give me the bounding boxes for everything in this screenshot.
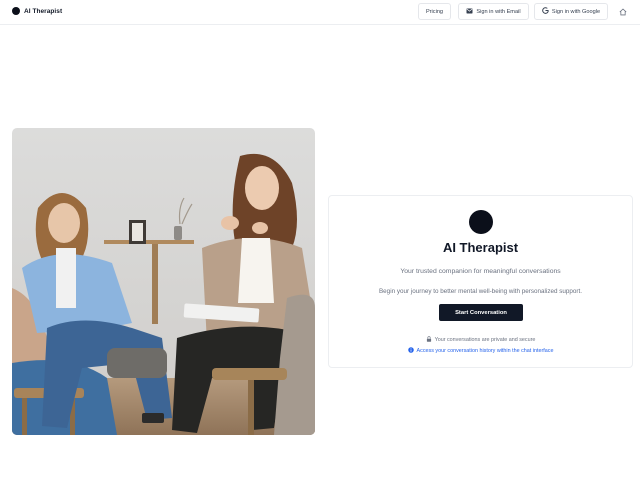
card-title: AI Therapist — [442, 240, 519, 255]
google-icon — [542, 7, 549, 16]
brand-logo-icon — [12, 7, 20, 15]
hero-image — [12, 128, 315, 435]
card-subtitle: Your trusted companion for meaningful co… — [400, 268, 561, 275]
history-note[interactable]: Access your conversation history within … — [329, 347, 632, 355]
info-icon — [407, 347, 414, 355]
sign-in-email-label: Sign in with Email — [476, 8, 521, 15]
brand[interactable]: AI Therapist — [12, 7, 62, 15]
start-conversation-label: Start Conversation — [455, 309, 507, 316]
pricing-label: Pricing — [425, 8, 444, 15]
app-logo-icon — [469, 210, 493, 234]
sign-in-email-button[interactable]: Sign in with Email — [458, 3, 529, 20]
group-therapy-photo — [12, 128, 315, 435]
history-text: Access your conversation history within … — [416, 348, 554, 354]
lock-icon — [426, 336, 432, 344]
home-icon — [619, 3, 627, 21]
start-conversation-button[interactable]: Start Conversation — [439, 304, 523, 321]
privacy-note: Your conversations are private and secur… — [329, 336, 632, 344]
brand-name: AI Therapist — [24, 7, 63, 15]
sign-in-google-label: Sign in with Google — [551, 8, 601, 15]
sign-in-google-button[interactable]: Sign in with Google — [534, 3, 608, 20]
welcome-card: AI Therapist Your trusted companion for … — [328, 195, 633, 368]
card-description: Begin your journey to better mental well… — [378, 288, 582, 295]
mail-icon — [466, 8, 473, 16]
pricing-button[interactable]: Pricing — [418, 3, 451, 20]
home-button[interactable] — [617, 6, 629, 18]
top-navigation-bar: AI Therapist Pricing Sign in with Email … — [0, 0, 640, 25]
privacy-text: Your conversations are private and secur… — [434, 337, 536, 343]
